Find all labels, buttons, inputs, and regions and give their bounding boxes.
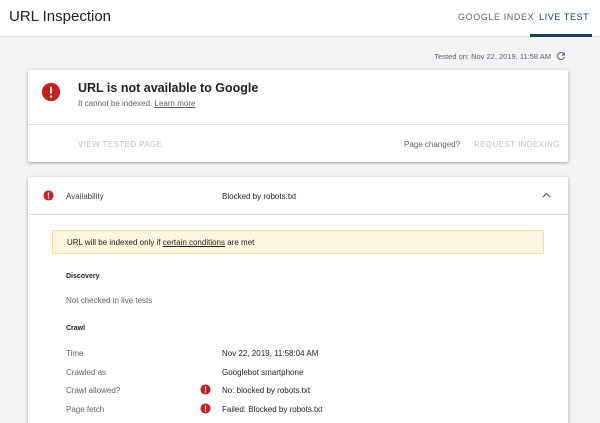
tab-live-test[interactable]: LIVE TEST	[539, 12, 589, 22]
tab-google-index[interactable]: GOOGLE INDEX	[458, 12, 534, 22]
divider	[28, 214, 568, 215]
status-card: URL is not available to Google It cannot…	[28, 70, 568, 162]
page-fetch-value: Failed: Blocked by robots.txt	[222, 405, 323, 414]
top-bar: URL Inspection GOOGLE INDEX LIVE TEST	[0, 0, 600, 37]
availability-value: Blocked by robots.txt	[222, 192, 297, 201]
divider	[28, 124, 568, 125]
refresh-icon[interactable]	[555, 50, 567, 62]
warning-banner: URL will be indexed only if certain cond…	[52, 230, 544, 254]
availability-label: Availability	[66, 192, 104, 201]
request-indexing-button[interactable]: REQUEST INDEXING	[474, 140, 560, 149]
crawl-heading: Crawl	[66, 325, 86, 332]
crawl-allowed-value: No: blocked by robots.txt	[222, 386, 311, 395]
tested-on-timestamp: Tested on: Nov 22, 2019, 11:58 AM	[434, 52, 551, 61]
error-icon	[200, 384, 211, 395]
status-title: URL is not available to Google	[78, 81, 259, 95]
warning-suffix: are met	[225, 238, 255, 247]
page-title: URL Inspection	[9, 8, 111, 25]
error-icon	[200, 403, 211, 414]
warning-text: URL will be indexed only if certain cond…	[67, 238, 254, 247]
error-icon	[43, 190, 54, 201]
availability-card: Availability Blocked by robots.txt URL w…	[28, 177, 568, 423]
page-changed-label: Page changed?	[404, 140, 461, 149]
error-icon	[41, 82, 61, 102]
learn-more-link[interactable]: Learn more	[155, 99, 196, 108]
crawl-time-label: Time	[66, 349, 84, 358]
crawled-as-value: Googlebot smartphone	[222, 368, 304, 377]
status-subtitle: It cannot be indexed. Learn more	[78, 99, 195, 108]
crawled-as-label: Crawled as	[66, 368, 107, 377]
crawl-time-value: Nov 22, 2019, 11:58:04 AM	[222, 349, 319, 358]
page-fetch-label: Page fetch	[66, 405, 105, 414]
crawl-allowed-label: Crawl allowed?	[66, 386, 121, 395]
discovery-heading: Discovery	[66, 273, 100, 280]
active-tab-indicator	[530, 34, 592, 37]
view-tested-page-button[interactable]: VIEW TESTED PAGE	[78, 140, 162, 149]
warning-prefix: URL will be indexed only if	[67, 238, 163, 247]
certain-conditions-link[interactable]: certain conditions	[163, 238, 225, 247]
discovery-value: Not checked in live tests	[66, 296, 153, 305]
chevron-up-icon[interactable]	[542, 192, 551, 198]
status-subtitle-text: It cannot be indexed.	[78, 99, 153, 108]
